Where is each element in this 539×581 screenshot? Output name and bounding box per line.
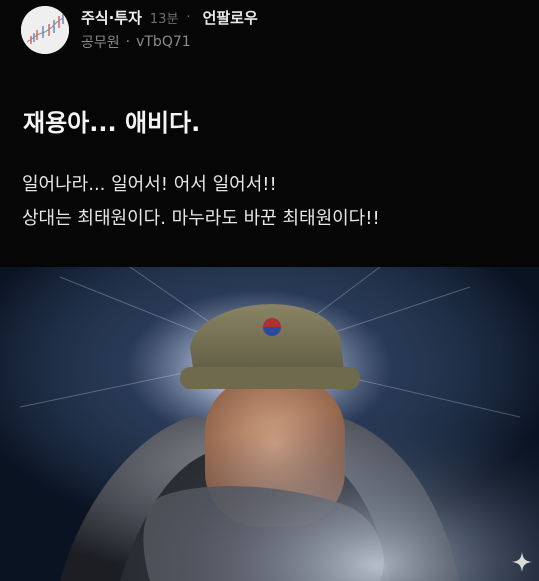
author-separator: · [125, 34, 131, 50]
post-header: 주식·투자 13분 · 언팔로우 공무원 · vTbQ71 [21, 6, 521, 58]
post-body-line: 일어나라... 일어서! 어서 일어서!! [22, 174, 277, 195]
channel-name[interactable]: 주식·투자 [81, 7, 142, 28]
post-card: 주식·투자 13분 · 언팔로우 공무원 · vTbQ71 재용아... 애비다… [0, 0, 539, 581]
post-meta: 주식·투자 13분 · 언팔로우 공무원 · vTbQ71 [81, 6, 521, 52]
meta-separator: · [186, 9, 191, 25]
author-job: 공무원 [81, 35, 120, 51]
author-id[interactable]: vTbQ71 [136, 34, 191, 50]
post-body: 일어나라... 일어서! 어서 일어서!! 상대는 최태원이다. 마누라도 바꾼… [22, 168, 380, 236]
post-title: 재용아... 애비다. [23, 109, 201, 137]
author-info: 공무원 · vTbQ71 [81, 32, 521, 52]
unfollow-button[interactable]: 언팔로우 [203, 7, 258, 28]
post-image[interactable] [0, 267, 539, 581]
sparkle-icon [512, 552, 532, 572]
post-time: 13분 [149, 11, 179, 27]
post-body-line: 상대는 최태원이다. 마누라도 바꾼 최태원이다!! [22, 208, 380, 229]
stock-chart-avatar-icon[interactable] [21, 6, 69, 54]
